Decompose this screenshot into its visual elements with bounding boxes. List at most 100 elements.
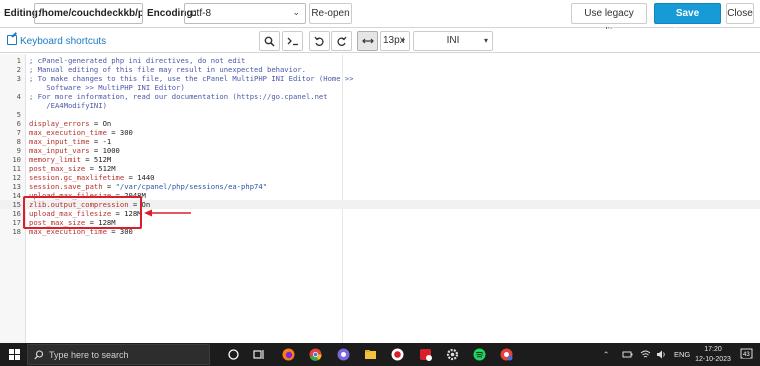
line-text: /EA4ModifyINI)	[29, 101, 107, 110]
line-number: 16	[12, 209, 21, 218]
keyboard-shortcuts-link[interactable]: Keyboard shortcuts	[7, 35, 106, 47]
undo-icon	[314, 36, 324, 46]
code-line[interactable]: 9 max_input_vars = 1000	[0, 146, 760, 155]
code-line[interactable]: 2 ; Manual editing of this file may resul…	[0, 65, 760, 74]
highlight-box	[23, 196, 142, 229]
task-view-icon[interactable]	[227, 348, 240, 361]
encoding-value: utf-8	[191, 8, 212, 19]
line-number: 18	[12, 227, 21, 236]
windows-start-icon[interactable]	[9, 349, 20, 360]
file-path-field[interactable]: /home/couchdeckkb/pu!	[34, 3, 143, 24]
browser-profile-icon[interactable]	[500, 348, 513, 361]
editor-header: Editing: /home/couchdeckkb/pu! Encoding:…	[0, 0, 760, 38]
line-text: max_input_vars = 1000	[29, 146, 120, 155]
line-number: 8	[16, 137, 21, 146]
code-line[interactable]: 4 ; For more information, read our docume…	[0, 92, 760, 101]
reopen-button[interactable]: Re-open	[309, 3, 352, 24]
code-line[interactable]: 8 max_input_time = -1	[0, 137, 760, 146]
editor-toolbar: Keyboard shortcuts 13px ▾ INI ▾	[0, 29, 760, 53]
line-number: 4	[16, 92, 21, 101]
goto-line-button[interactable]	[282, 31, 303, 51]
line-text: ; cPanel-generated php ini directives, d…	[29, 56, 246, 65]
chevron-down-icon: ▾	[400, 36, 405, 45]
chevron-down-icon: ▾	[483, 36, 488, 45]
line-number: 12	[12, 173, 21, 182]
mode-value: INI	[446, 35, 460, 46]
close-button[interactable]: Close	[726, 3, 754, 24]
external-link-icon	[7, 35, 17, 45]
line-number: 5	[16, 110, 21, 119]
redo-icon	[337, 36, 347, 46]
arrow-left-icon	[144, 209, 191, 217]
line-text: max_execution_time = 300	[29, 128, 133, 137]
settings-icon[interactable]	[446, 348, 459, 361]
save-changes-button[interactable]: Save Changes	[654, 3, 721, 38]
line-number: 10	[12, 155, 21, 164]
clock-time: 17:20	[704, 346, 722, 353]
code-editor[interactable]: 1 ; cPanel-generated php ini directives, …	[0, 54, 760, 343]
line-text: display_errors = On	[29, 119, 112, 128]
code-line[interactable]: 12 session.gc_maxlifetime = 1440	[0, 173, 760, 182]
line-number: 13	[12, 182, 21, 191]
line-number: 9	[16, 146, 21, 155]
wifi-icon[interactable]	[640, 349, 651, 360]
line-number: 14	[12, 191, 21, 200]
code-line[interactable]: Software >> MultiPHP INI Editor)	[0, 83, 760, 92]
notification-count: 43	[743, 352, 750, 358]
taskbar-search-box[interactable]: Type here to search	[27, 344, 210, 365]
code-line[interactable]: 13 session.save_path = "/var/cpanel/php/s…	[0, 182, 760, 191]
line-number: 1	[16, 56, 21, 65]
spotify-icon[interactable]	[473, 348, 486, 361]
recorder-icon[interactable]	[391, 348, 404, 361]
line-text: max_input_time = -1	[29, 137, 112, 146]
firefox-icon[interactable]	[282, 348, 295, 361]
windows-taskbar: Type here to search ⌃ ENG 17:20 12-10-20…	[0, 343, 760, 366]
redo-button[interactable]	[331, 31, 352, 51]
line-text: memory_limit = 512M	[29, 155, 112, 164]
chevron-up-icon[interactable]: ⌃	[603, 350, 609, 359]
undo-button[interactable]	[309, 31, 330, 51]
language-indicator[interactable]: ENG	[674, 350, 690, 359]
line-number: 15	[12, 200, 21, 209]
code-line[interactable]: 1 ; cPanel-generated php ini directives, …	[0, 56, 760, 65]
code-line[interactable]: 3 ; To make changes to this file, use the…	[0, 74, 760, 83]
code-line[interactable]: 6 display_errors = On	[0, 119, 760, 128]
battery-icon[interactable]	[622, 349, 633, 360]
widgets-icon[interactable]	[253, 348, 266, 361]
font-size-select[interactable]: 13px ▾	[380, 31, 410, 51]
code-line[interactable]: 7 max_execution_time = 300	[0, 128, 760, 137]
line-number: 17	[12, 218, 21, 227]
chrome-profile-icon[interactable]	[337, 348, 350, 361]
file-explorer-icon[interactable]	[364, 348, 377, 361]
chevron-down-icon: ⌄	[292, 7, 300, 17]
legacy-editor-button[interactable]: Use legacy editor	[571, 3, 647, 38]
line-text: ; Manual editing of this file may result…	[29, 65, 306, 74]
system-clock[interactable]: 17:20 12-10-2023	[690, 345, 736, 365]
line-text: session.gc_maxlifetime = 1440	[29, 173, 155, 182]
code-line[interactable]: 5	[0, 110, 760, 119]
line-text: session.save_path = "/var/cpanel/php/ses…	[29, 182, 268, 191]
wrap-toggle-button[interactable]	[357, 31, 378, 51]
keyboard-shortcuts-label: Keyboard shortcuts	[20, 36, 107, 47]
line-text: ; To make changes to this file, use the …	[29, 74, 354, 83]
search-icon	[264, 36, 275, 47]
code-line[interactable]: /EA4ModifyINI)	[0, 101, 760, 110]
encoding-select[interactable]: utf-8 ⌄	[184, 3, 306, 24]
search-button[interactable]	[259, 31, 280, 51]
line-number: 11	[12, 164, 21, 173]
code-line[interactable]: 10 memory_limit = 512M	[0, 155, 760, 164]
mode-select[interactable]: INI ▾	[413, 31, 493, 51]
notification-button[interactable]: 43	[740, 348, 754, 361]
arrows-horizontal-icon	[361, 38, 374, 44]
line-text: post_max_size = 512M	[29, 164, 116, 173]
code-line[interactable]: 11 post_max_size = 512M	[0, 164, 760, 173]
volume-icon[interactable]	[656, 349, 667, 360]
line-number: 6	[16, 119, 21, 128]
terminal-icon	[287, 37, 298, 46]
chrome-icon[interactable]	[309, 348, 322, 361]
line-text: Software >> MultiPHP INI Editor)	[29, 83, 185, 92]
search-placeholder: Type here to search	[49, 350, 129, 360]
line-number: 3	[16, 74, 21, 83]
clock-date: 12-10-2023	[695, 356, 731, 363]
app-badge-icon[interactable]	[419, 348, 432, 361]
